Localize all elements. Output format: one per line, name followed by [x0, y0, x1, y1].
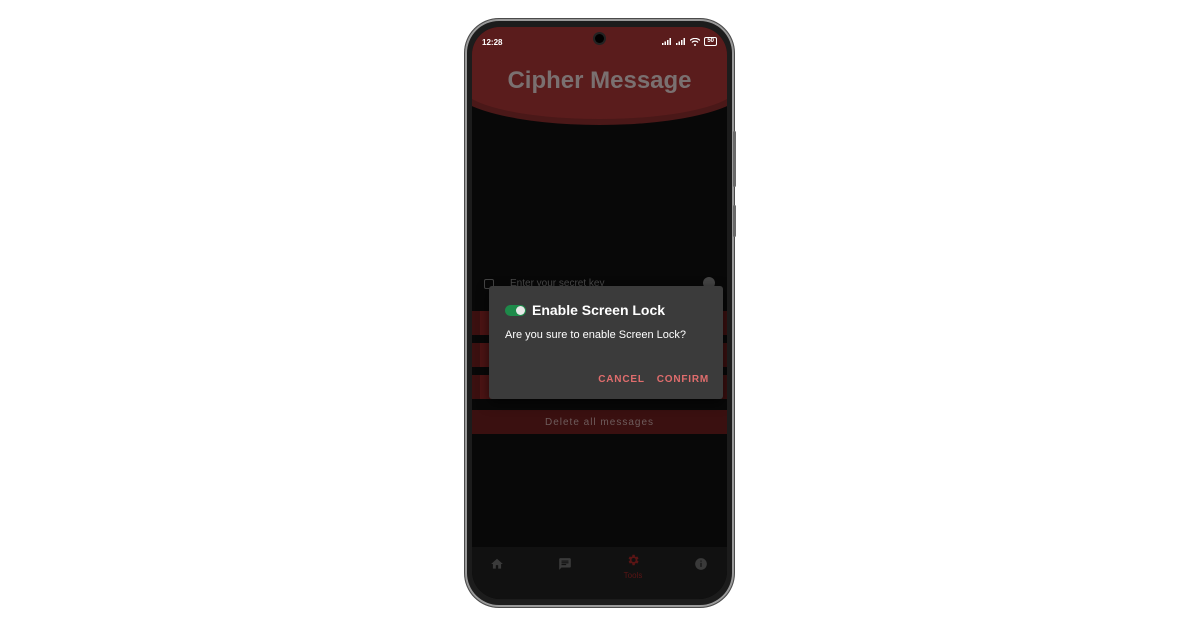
nav-messages[interactable]	[540, 557, 590, 575]
confirm-dialog: Enable Screen Lock Are you sure to enabl…	[489, 286, 723, 399]
screen: Cipher Message 12:28 50 Enter your secre…	[472, 27, 727, 599]
nav-label-tools: Tools	[623, 571, 643, 580]
nav-home[interactable]	[472, 557, 522, 575]
app-title: Cipher Message	[507, 67, 692, 94]
status-time: 12:28	[482, 38, 503, 47]
volume-button	[733, 131, 736, 187]
message-icon	[559, 558, 571, 570]
front-camera	[595, 34, 604, 43]
phone-frame: Cipher Message 12:28 50 Enter your secre…	[465, 19, 736, 607]
battery-icon: 50	[704, 37, 717, 46]
bottom-nav: Tools	[472, 547, 727, 599]
power-button	[733, 205, 736, 237]
signal-icon	[676, 38, 686, 45]
dialog-title: Enable Screen Lock	[532, 302, 666, 318]
signal-icon	[662, 38, 672, 45]
wifi-icon	[690, 37, 701, 46]
dialog-title-row: Enable Screen Lock	[505, 302, 665, 318]
nav-info[interactable]	[676, 557, 726, 575]
delete-all-messages-button[interactable]: Delete all messages	[472, 410, 727, 434]
nav-tools[interactable]: Tools	[608, 553, 658, 580]
gear-icon	[628, 554, 639, 566]
dialog-message: Are you sure to enable Screen Lock?	[505, 329, 687, 341]
dialog-actions: CANCEL CONFIRM	[598, 374, 709, 385]
status-icons: 50	[662, 37, 717, 46]
toggle-icon	[505, 304, 526, 316]
status-bar: 12:28 50	[472, 27, 727, 49]
info-icon	[695, 558, 707, 570]
home-icon	[491, 558, 503, 569]
confirm-button[interactable]: CONFIRM	[657, 374, 709, 385]
cancel-button[interactable]: CANCEL	[598, 374, 644, 385]
